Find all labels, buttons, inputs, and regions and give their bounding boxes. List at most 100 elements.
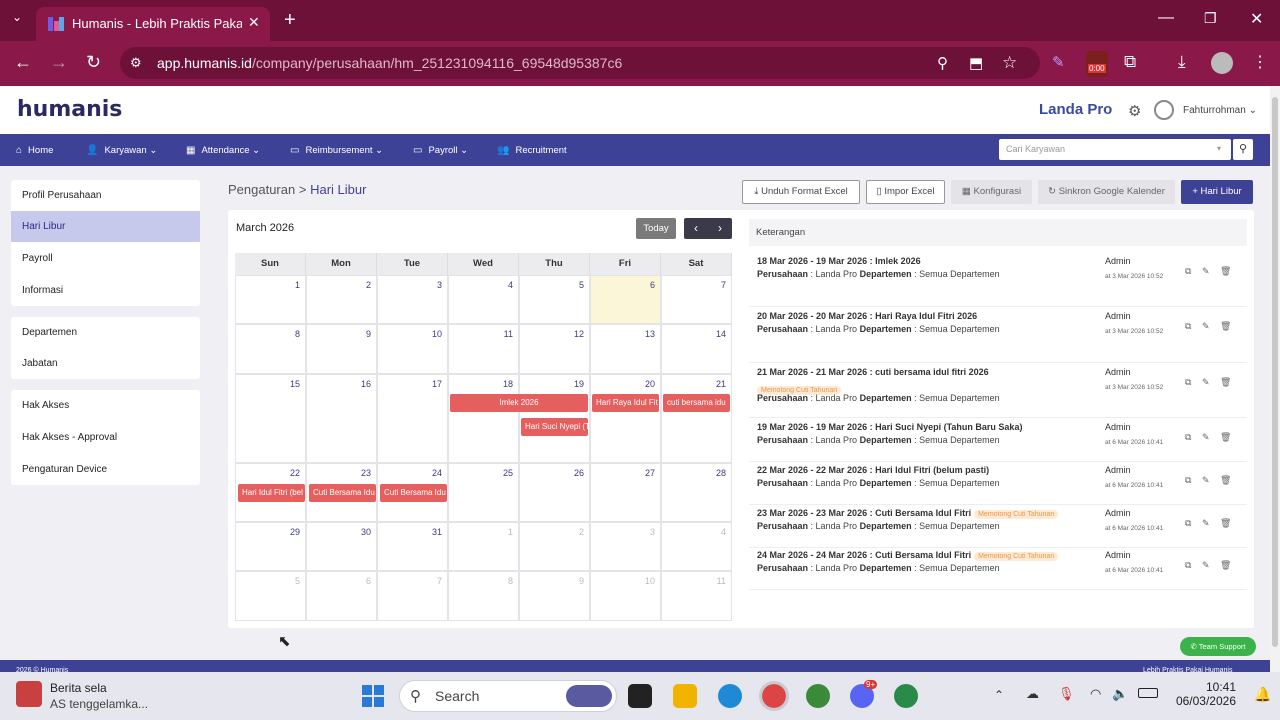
onedrive-cloud-icon[interactable]: ☁ xyxy=(1026,686,1039,702)
calendar-day-cell[interactable]: 3 xyxy=(377,275,448,324)
delete-trash-icon[interactable]: 🗑 xyxy=(1220,432,1231,443)
delete-trash-icon[interactable]: 🗑 xyxy=(1220,560,1231,571)
tab-close-icon[interactable]: ✕ xyxy=(248,14,260,31)
user-avatar-icon[interactable] xyxy=(1154,100,1174,120)
edit-icon[interactable]: ✎ xyxy=(1202,321,1210,332)
nav-karyawan[interactable]: 👤 Karyawan ⌄ xyxy=(86,145,157,156)
edit-icon[interactable]: ✎ xyxy=(1202,377,1210,388)
calendar-day-cell[interactable]: 6 xyxy=(306,571,377,621)
new-tab-icon[interactable]: + xyxy=(284,9,296,32)
copy-icon[interactable]: ⧉ xyxy=(1185,266,1191,277)
chrome-icon[interactable] xyxy=(806,684,830,708)
konfigurasi-button[interactable]: ▦ Konfigurasi xyxy=(951,180,1032,204)
calendar-day-cell[interactable]: 27 xyxy=(590,463,661,522)
wifi-icon[interactable]: ◠ xyxy=(1090,686,1101,702)
calendar-day-cell[interactable]: 20 xyxy=(590,374,661,463)
unduh-format-excel-button[interactable]: ⤓ Unduh Format Excel xyxy=(742,180,860,204)
extension-feather-icon[interactable]: ✎ xyxy=(1052,53,1065,71)
edit-icon[interactable]: ✎ xyxy=(1202,432,1210,443)
calendar-day-cell[interactable]: 4 xyxy=(448,275,519,324)
notification-bell-icon[interactable]: 🔔 xyxy=(1254,686,1271,703)
sidebar-item-hari-libur[interactable]: Hari Libur xyxy=(11,211,200,242)
nav-payroll[interactable]: ▭ Payroll ⌄ xyxy=(413,145,468,156)
sidebar-item-profil[interactable]: Profil Perusahaan xyxy=(11,180,200,211)
install-app-icon[interactable]: ⬒ xyxy=(969,54,983,72)
news-title[interactable]: Berita sela xyxy=(50,681,107,695)
calendar-day-cell[interactable]: 12 xyxy=(519,324,590,374)
calendar-day-cell[interactable]: 16 xyxy=(306,374,377,463)
minimize-icon[interactable]: — xyxy=(1158,9,1174,27)
browser-tab[interactable]: Humanis - Lebih Praktis Pakai H ✕ xyxy=(36,7,270,41)
user-menu[interactable]: Fahturrohman ⌄ xyxy=(1183,105,1257,116)
file-explorer-icon[interactable] xyxy=(673,684,697,708)
download-icon[interactable]: ⤓ xyxy=(1178,52,1186,72)
task-view-icon[interactable] xyxy=(628,684,652,708)
humanis-logo[interactable]: humanis xyxy=(17,97,122,122)
calendar-day-cell[interactable]: 4 xyxy=(661,522,732,571)
calendar-day-cell[interactable]: 1 xyxy=(448,522,519,571)
nav-recruitment[interactable]: 👥 Recruitment xyxy=(497,145,567,156)
calendar-day-cell[interactable]: 14 xyxy=(661,324,732,374)
calendar-day-cell[interactable]: 18 xyxy=(448,374,519,463)
edit-icon[interactable]: ✎ xyxy=(1202,518,1210,529)
delete-trash-icon[interactable]: 🗑 xyxy=(1220,321,1231,332)
battery-icon[interactable] xyxy=(1138,688,1158,698)
restore-icon[interactable]: ❐ xyxy=(1204,10,1217,27)
prev-month-chevron-left-icon[interactable]: ‹ xyxy=(684,218,708,239)
sidebar-item-hak-akses-approval[interactable]: Hak Akses - Approval xyxy=(11,422,200,453)
calendar-day-cell[interactable]: 9 xyxy=(306,324,377,374)
chrome-active-icon[interactable] xyxy=(759,681,789,711)
edit-icon[interactable]: ✎ xyxy=(1202,560,1210,571)
sidebar-item-payroll[interactable]: Payroll xyxy=(11,243,200,274)
nav-attendance[interactable]: ▦ Attendance ⌄ xyxy=(186,145,260,156)
chrome-profile-icon[interactable] xyxy=(894,684,918,708)
calendar-day-cell[interactable]: 31 xyxy=(377,522,448,571)
nav-home[interactable]: ⌂ Home xyxy=(16,145,53,156)
window-close-icon[interactable]: ✕ xyxy=(1250,9,1263,29)
search-button-icon[interactable]: ⚲ xyxy=(1233,139,1253,160)
tray-chevron-up-icon[interactable]: ⌃ xyxy=(994,688,1004,702)
calendar-day-cell[interactable]: 6 xyxy=(590,275,661,324)
edit-icon[interactable]: ✎ xyxy=(1202,475,1210,486)
system-clock[interactable]: 10:41 06/03/2026 xyxy=(1160,680,1236,708)
microphone-icon[interactable]: 🎙 xyxy=(1058,686,1075,702)
impor-excel-button[interactable]: ▯ Impor Excel xyxy=(866,180,945,204)
calendar-day-cell[interactable]: 13 xyxy=(590,324,661,374)
forward-icon[interactable]: → xyxy=(50,52,68,73)
calendar-day-cell[interactable]: 15 xyxy=(235,374,306,463)
calendar-day-cell[interactable]: 11 xyxy=(661,571,732,621)
volume-icon[interactable]: 🔈 xyxy=(1112,686,1128,702)
delete-trash-icon[interactable]: 🗑 xyxy=(1220,266,1231,277)
discord-icon[interactable]: 9+ xyxy=(850,680,878,708)
team-support-button[interactable]: ✆ Team Support xyxy=(1180,637,1256,656)
edit-icon[interactable]: ✎ xyxy=(1202,266,1210,277)
delete-trash-icon[interactable]: 🗑 xyxy=(1220,518,1231,529)
scrollbar-thumb[interactable] xyxy=(1272,97,1278,647)
edge-icon[interactable] xyxy=(718,684,742,708)
copy-icon[interactable]: ⧉ xyxy=(1185,518,1191,529)
news-widget-icon[interactable] xyxy=(16,681,42,707)
menu-kebab-icon[interactable]: ⋮ xyxy=(1252,52,1268,72)
zoom-icon[interactable]: ⚲ xyxy=(937,54,948,72)
sidebar-item-informasi[interactable]: Informasi xyxy=(11,275,200,306)
sinkron-google-button[interactable]: ↻ Sinkron Google Kalender xyxy=(1038,180,1175,204)
calendar-day-cell[interactable]: 28 xyxy=(661,463,732,522)
delete-trash-icon[interactable]: 🗑 xyxy=(1220,475,1231,486)
calendar-day-cell[interactable]: 29 xyxy=(235,522,306,571)
reload-icon[interactable]: ↻ xyxy=(86,52,101,73)
copy-icon[interactable]: ⧉ xyxy=(1185,560,1191,571)
calendar-day-cell[interactable]: 21 xyxy=(661,374,732,463)
event-idul-fitri-22[interactable]: Hari Idul Fitri (bel xyxy=(238,484,305,502)
calendar-day-cell[interactable]: 10 xyxy=(590,571,661,621)
address-bar[interactable]: ⚙ app.humanis.id/company/perusahaan/hm_2… xyxy=(120,47,1040,79)
calendar-day-cell[interactable]: 8 xyxy=(235,324,306,374)
windows-start-icon[interactable] xyxy=(361,684,385,708)
copy-icon[interactable]: ⧉ xyxy=(1185,377,1191,388)
event-hari-raya[interactable]: Hari Raya Idul Fit xyxy=(592,394,659,412)
sidebar-item-jabatan[interactable]: Jabatan xyxy=(11,348,200,379)
copy-icon[interactable]: ⧉ xyxy=(1185,432,1191,443)
sidebar-item-pengaturan-device[interactable]: Pengaturan Device xyxy=(11,454,200,485)
event-cuti-24[interactable]: Cuti Bersama Idu xyxy=(380,484,447,502)
extensions-puzzle-icon[interactable]: ⧉ xyxy=(1124,52,1136,72)
calendar-day-cell[interactable]: 2 xyxy=(306,275,377,324)
